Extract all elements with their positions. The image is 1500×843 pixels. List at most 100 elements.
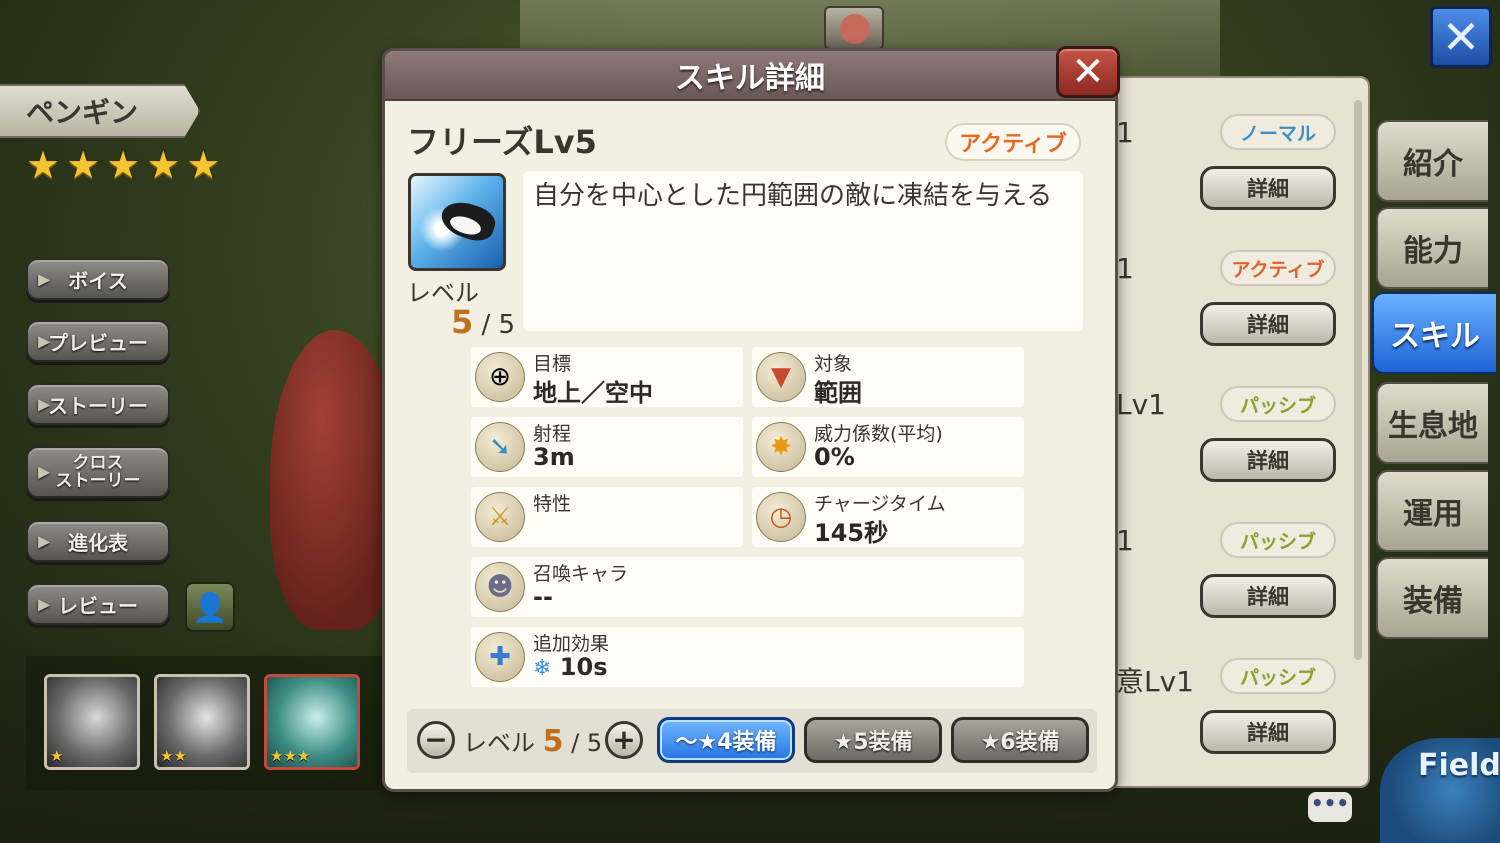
stat-label: 追加効果 xyxy=(533,633,610,655)
stat-summon: ☻ 召喚キャラ -- xyxy=(471,557,1024,617)
field-label: Field xyxy=(1418,748,1500,783)
skill-detail-button[interactable]: 詳細 xyxy=(1200,438,1336,482)
skill-icon xyxy=(408,173,506,271)
bar-level-max: / 5 xyxy=(571,729,603,757)
review-label: レビュー xyxy=(58,593,138,618)
skill-type-badge: アクティブ xyxy=(945,123,1081,161)
crosshair-icon: ⊕ xyxy=(475,352,525,402)
thumbnail-3star[interactable]: ★★★ xyxy=(264,674,360,770)
close-icon: ✕ xyxy=(1441,10,1481,64)
snowflake-icon: ❄ xyxy=(533,656,552,681)
thumbnail-stars: ★ xyxy=(50,747,64,765)
skill-detail-button[interactable]: 詳細 xyxy=(1200,302,1336,346)
evolution-chart-label: 進化表 xyxy=(68,530,128,555)
close-screen-button[interactable]: ✕ xyxy=(1430,6,1492,68)
skill-name: フリーズLv5 xyxy=(407,123,597,161)
skill-detail-button[interactable]: 詳細 xyxy=(1200,166,1336,210)
equip-label: ★5装備 xyxy=(833,730,913,755)
sword-plus-icon: ✚ xyxy=(475,632,525,682)
skill-row: 1 パッシブ 詳細 xyxy=(1102,514,1357,642)
tab-label: 装備 xyxy=(1403,584,1463,619)
stat-range: ➘ 射程 3m xyxy=(471,417,743,477)
star-icon: ★ xyxy=(66,143,101,187)
voice-button[interactable]: ▶ ボイス xyxy=(26,258,170,300)
tab-introduction[interactable]: 紹介 xyxy=(1376,120,1488,202)
extra-effect-duration: 10s xyxy=(559,653,608,681)
voice-label: ボイス xyxy=(68,268,128,293)
bar-level-current: 5 xyxy=(542,724,564,759)
star-icon: ★ xyxy=(26,143,61,187)
tab-label: 運用 xyxy=(1403,497,1463,532)
field-button[interactable]: Field xyxy=(1380,738,1500,843)
stat-scope: ▼ 対象 範囲 xyxy=(752,347,1024,407)
skill-level-max: / 5 xyxy=(481,310,516,340)
skill-level-current: 5 xyxy=(451,303,474,341)
rarity-stars: ★ ★ ★ ★ ★ xyxy=(26,146,220,184)
thumbnail-1star[interactable]: ★ xyxy=(44,674,140,770)
tab-label: 生息地 xyxy=(1388,409,1478,444)
skill-row: Lv1 パッシブ 詳細 xyxy=(1102,378,1357,506)
thumbnail-2star[interactable]: ★★ xyxy=(154,674,250,770)
equip-star6-button[interactable]: ★6装備 xyxy=(951,717,1089,763)
stat-value: 145秒 xyxy=(814,519,889,547)
cross-story-button[interactable]: ▶ クロス ストーリー xyxy=(26,446,170,498)
close-icon: ✕ xyxy=(1071,49,1105,95)
evolution-chart-button[interactable]: ▶ 進化表 xyxy=(26,520,170,562)
tab-ability[interactable]: 能力 xyxy=(1376,207,1488,289)
tab-skill[interactable]: スキル xyxy=(1372,292,1496,374)
stat-label: 対象 xyxy=(814,353,853,375)
stat-label: 威力係数(平均) xyxy=(814,423,943,445)
tab-habitat[interactable]: 生息地 xyxy=(1376,382,1488,464)
stat-power: ✸ 威力係数(平均) 0% xyxy=(752,417,1024,477)
top-character-icon[interactable] xyxy=(824,6,884,50)
evolution-thumbnails: ★ ★★ ★★★ xyxy=(26,656,386,790)
story-button[interactable]: ▶ ストーリー xyxy=(26,383,170,425)
tab-label: スキル xyxy=(1390,319,1480,354)
character-name-tag: ペンギン xyxy=(0,84,200,138)
skill-row-name: 1 xyxy=(1116,524,1134,557)
chat-icon[interactable]: ••• xyxy=(1308,792,1352,822)
thumbnail-stars: ★★★ xyxy=(270,747,311,765)
stat-label: チャージタイム xyxy=(814,493,946,515)
star-icon: ★ xyxy=(186,143,221,187)
skill-detail-button[interactable]: 詳細 xyxy=(1200,710,1336,754)
skill-row: 1 アクティブ 詳細 xyxy=(1102,242,1357,370)
story-label: ストーリー xyxy=(48,393,148,418)
stat-value: 3m xyxy=(533,443,575,471)
skill-row: 1 ノーマル 詳細 xyxy=(1102,106,1357,234)
level-increase-button[interactable]: + xyxy=(605,721,643,759)
skill-type-badge: ノーマル xyxy=(1220,114,1336,150)
stat-value: 0% xyxy=(814,443,855,471)
cross-story-label: クロス ストーリー xyxy=(55,453,141,491)
person-icon-button[interactable]: 👤 xyxy=(185,582,235,632)
modal-close-button[interactable]: ✕ xyxy=(1056,46,1120,98)
character-model xyxy=(270,330,400,630)
review-button[interactable]: ▶ レビュー xyxy=(26,583,170,625)
modal-title: スキル詳細 xyxy=(675,61,825,96)
stat-label: 召喚キャラ xyxy=(533,563,629,585)
preview-button[interactable]: ▶ プレビュー xyxy=(26,320,170,362)
stat-charge: ◷ チャージタイム 145秒 xyxy=(752,487,1024,547)
level-decrease-button[interactable]: − xyxy=(417,721,455,759)
tab-equipment[interactable]: 装備 xyxy=(1376,557,1488,639)
tab-operation[interactable]: 運用 xyxy=(1376,470,1488,552)
sword-sparkle-icon: ⚔ xyxy=(475,492,525,542)
area-target-icon: ▼ xyxy=(756,352,806,402)
star-icon: ★ xyxy=(106,143,141,187)
minus-icon: − xyxy=(424,723,448,756)
play-icon: ▶ xyxy=(38,269,51,289)
thumbnail-stars: ★★ xyxy=(160,747,187,765)
stat-value: 範囲 xyxy=(814,379,862,407)
equip-star5-button[interactable]: ★5装備 xyxy=(804,717,942,763)
stat-label: 特性 xyxy=(533,493,572,515)
skill-row: 意Lv1 パッシブ 詳細 xyxy=(1102,650,1357,778)
stat-label: 射程 xyxy=(533,423,572,445)
stat-value: 地上／空中 xyxy=(533,379,653,407)
play-icon: ▶ xyxy=(38,394,51,414)
skill-type-badge: パッシブ xyxy=(1220,658,1336,694)
skill-detail-button[interactable]: 詳細 xyxy=(1200,574,1336,618)
equip-star4-button[interactable]: 〜★4装備 xyxy=(657,717,795,763)
skill-row-name: Lv1 xyxy=(1116,388,1166,421)
skill-list-scrollbar[interactable] xyxy=(1354,100,1362,660)
play-icon: ▶ xyxy=(38,331,51,351)
